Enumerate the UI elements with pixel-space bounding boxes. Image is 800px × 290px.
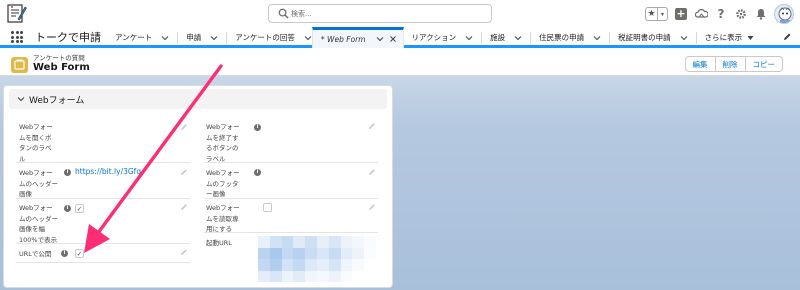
tab-web-form[interactable]: * Web Form bbox=[311, 27, 404, 48]
section-title: Webフォーム bbox=[29, 95, 85, 106]
cloud-mountain-icon bbox=[694, 9, 708, 18]
nav-item-tax-cert[interactable]: 税証明書の申請 bbox=[610, 27, 697, 48]
field-label: Webフォー ムを読取専 用にする bbox=[206, 204, 240, 233]
header-full-width-checkbox[interactable]: ✓ bbox=[75, 204, 84, 213]
field-public-url: URLで公開 bbox=[19, 249, 191, 261]
field-label: URLで公開 bbox=[19, 250, 52, 258]
read-only-checkbox[interactable] bbox=[263, 203, 272, 212]
gear-icon[interactable] bbox=[734, 7, 748, 21]
field-divider bbox=[204, 162, 378, 163]
star-icon[interactable]: ★ bbox=[646, 8, 658, 20]
pencil-icon[interactable] bbox=[368, 168, 376, 176]
field-read-only: Webフォー ムを読取専 用にする bbox=[206, 203, 378, 233]
field-label: Webフォー ムを開くボ タンのラベ ル bbox=[19, 123, 53, 163]
field-start-url: 起動URL bbox=[206, 238, 256, 250]
field-close-button-label: Webフォー ムを終了す るボタンの ラベル bbox=[206, 122, 378, 163]
nav-item-survey[interactable]: アンケート bbox=[107, 27, 179, 48]
nav-item-facility[interactable]: 施設 bbox=[482, 27, 532, 48]
field-label: Webフォー ムを終了す るボタンの ラベル bbox=[206, 123, 240, 163]
pencil-icon[interactable] bbox=[180, 168, 188, 176]
chevron-down-icon[interactable] bbox=[465, 34, 473, 42]
chevron-down-icon[interactable] bbox=[161, 34, 169, 42]
favorites-group[interactable]: ★ ▾ bbox=[645, 7, 668, 21]
pencil-icon[interactable] bbox=[180, 123, 188, 131]
field-label: Webフォー ムのフッタ ー画像 bbox=[206, 169, 240, 198]
global-search[interactable] bbox=[268, 4, 492, 23]
field-label: 起動URL bbox=[206, 239, 232, 247]
copy-button[interactable]: コピー bbox=[745, 56, 783, 72]
field-divider bbox=[204, 232, 378, 233]
info-icon[interactable]: i bbox=[254, 169, 261, 176]
chevron-down-icon[interactable] bbox=[304, 34, 312, 42]
field-divider bbox=[16, 262, 190, 263]
app-name: トークで申請 bbox=[35, 31, 101, 44]
header-utility-icons: ★ ▾ + ? bbox=[645, 3, 794, 25]
field-footer-image: Webフォー ムのフッタ ー画像 bbox=[206, 168, 378, 198]
app-logo-icon[interactable] bbox=[7, 3, 27, 24]
trailhead-button[interactable] bbox=[694, 7, 708, 21]
field-label: Webフォー ムのヘッダー 画像 bbox=[19, 169, 58, 198]
pencil-icon[interactable] bbox=[180, 203, 188, 211]
record-header: アンケートの質問 Web Form 編集 削除 コピー bbox=[0, 51, 800, 76]
chevron-down-icon[interactable] bbox=[17, 95, 25, 103]
plus-icon: + bbox=[675, 7, 687, 20]
app-launcher-icon[interactable] bbox=[11, 31, 23, 43]
field-divider bbox=[16, 243, 190, 244]
chevron-down-icon[interactable]: ▾ bbox=[658, 8, 667, 20]
pencil-icon[interactable] bbox=[368, 203, 376, 211]
field-divider bbox=[204, 198, 378, 199]
chevron-down-icon[interactable] bbox=[593, 34, 601, 42]
nav-more-button[interactable]: さらに表示 bbox=[697, 27, 755, 48]
chevron-down-icon[interactable] bbox=[376, 35, 384, 43]
close-icon[interactable] bbox=[389, 35, 397, 43]
navigation-bar: トークで申請 アンケート 申請 アンケートの回答 * Web Form リアクシ… bbox=[0, 27, 800, 48]
chevron-down-icon[interactable] bbox=[514, 34, 522, 42]
public-url-checkbox[interactable]: ✓ bbox=[75, 249, 84, 258]
nav-item-reaction[interactable]: リアクション bbox=[404, 27, 483, 48]
nav-item-survey-response[interactable]: アンケートの回答 bbox=[227, 27, 312, 48]
global-header: ★ ▾ + ? bbox=[0, 0, 800, 27]
field-divider bbox=[16, 162, 190, 163]
nav-tabs: アンケート 申請 アンケートの回答 * Web Form リアクション 施設 住… bbox=[107, 27, 754, 48]
chevron-down-icon[interactable] bbox=[210, 34, 218, 42]
search-input[interactable] bbox=[291, 7, 481, 20]
page-title: Web Form bbox=[33, 62, 90, 73]
info-icon[interactable]: i bbox=[254, 124, 261, 131]
bell-icon[interactable] bbox=[754, 7, 768, 21]
search-icon bbox=[278, 8, 289, 19]
field-open-button-label: Webフォー ムを開くボ タンのラベ ル bbox=[19, 122, 191, 163]
avatar[interactable] bbox=[774, 4, 794, 24]
redacted-url-value bbox=[258, 236, 376, 282]
record-type-label: アンケートの質問 bbox=[33, 54, 85, 62]
info-icon[interactable]: i bbox=[64, 169, 71, 176]
record-type-icon bbox=[11, 57, 28, 73]
global-actions-button[interactable]: + bbox=[674, 7, 688, 21]
info-icon[interactable]: i bbox=[64, 205, 71, 212]
nav-item-application[interactable]: 申請 bbox=[178, 27, 228, 48]
caret-down-icon bbox=[747, 35, 754, 40]
edit-nav-icon[interactable] bbox=[782, 32, 792, 42]
field-divider bbox=[16, 198, 190, 199]
field-header-full-width: Webフォー ムのヘッダー 画像を幅 100%で表示 bbox=[19, 203, 191, 244]
pencil-icon[interactable] bbox=[180, 248, 188, 256]
info-icon[interactable]: i bbox=[61, 250, 68, 257]
nav-item-resident-cert[interactable]: 住民票の申請 bbox=[531, 27, 611, 48]
chevron-down-icon[interactable] bbox=[680, 34, 688, 42]
section-header-web-form[interactable]: Webフォーム bbox=[9, 89, 387, 109]
record-actions: 編集 削除 コピー bbox=[684, 56, 783, 72]
help-icon[interactable]: ? bbox=[714, 7, 728, 21]
delete-button[interactable]: 削除 bbox=[715, 56, 746, 72]
header-image-link[interactable]: https://bit.ly/3Gfq bbox=[75, 167, 141, 176]
field-label: Webフォー ムのヘッダー 画像を幅 100%で表示 bbox=[19, 204, 58, 244]
pencil-icon[interactable] bbox=[368, 122, 376, 130]
edit-button[interactable]: 編集 bbox=[684, 56, 716, 72]
